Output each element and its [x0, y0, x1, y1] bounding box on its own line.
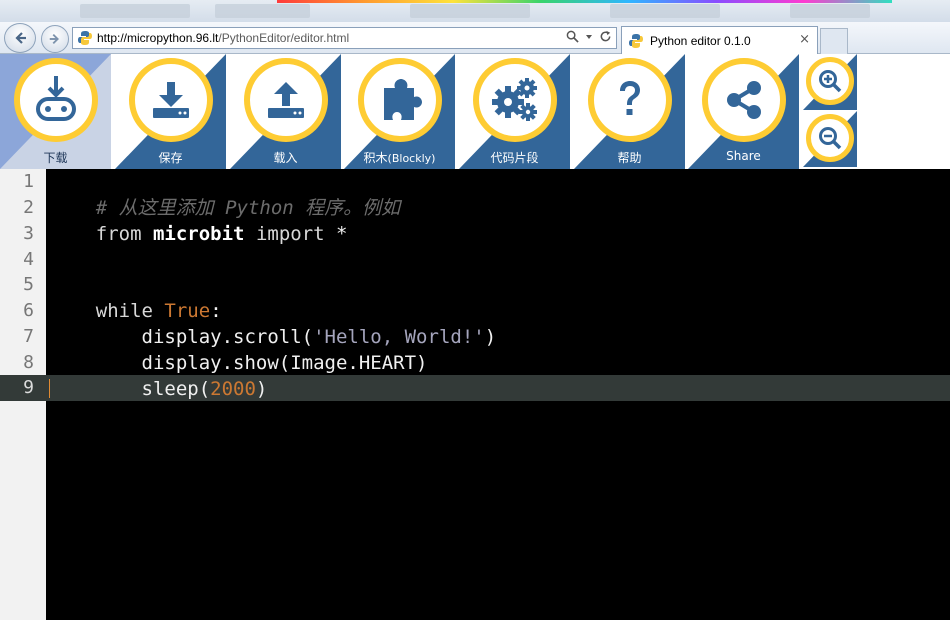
zoom-out-button[interactable]: [803, 111, 857, 167]
chevron-down-icon[interactable]: [585, 33, 593, 41]
code-operator: *: [336, 223, 348, 245]
help-button[interactable]: 帮助: [574, 54, 685, 169]
code-line-2[interactable]: from microbit import *: [50, 195, 348, 245]
browser-navbar: http://micropython.96.lt/PythonEditor/ed…: [0, 22, 950, 54]
line-number-active: 9: [0, 375, 46, 401]
blocks-button[interactable]: 积木(Blockly): [344, 54, 455, 169]
share-label: Share: [726, 149, 761, 163]
address-url[interactable]: http://micropython.96.lt/PythonEditor/ed…: [97, 31, 349, 45]
load-button[interactable]: 载入: [230, 54, 341, 169]
save-label: 保存: [158, 151, 183, 165]
line-number: 7: [23, 326, 34, 347]
code-editor[interactable]: 1 2 3 4 5 6 7 8 9 # 从这里添加 Python 程序。例如 f…: [0, 169, 950, 620]
background-tab[interactable]: [80, 4, 190, 18]
background-tab[interactable]: [610, 4, 720, 18]
blocks-label-suffix: (Blockly): [387, 152, 436, 165]
editor-toolbar: 下载 保存 载入 积木(Blockly) 代码片段 帮助 Share: [0, 54, 950, 169]
zoom-in-icon: [819, 70, 842, 93]
question-icon: [620, 81, 640, 115]
puzzle-icon: [384, 79, 422, 120]
python-logo-icon: [78, 31, 92, 45]
code-line-1[interactable]: # 从这里添加 Python 程序。例如: [50, 169, 400, 219]
code-number: 2000: [210, 378, 256, 400]
url-domain: http://micropython.96.lt: [97, 31, 219, 45]
blocks-label-main: 积木: [363, 151, 388, 165]
line-number: 8: [23, 352, 34, 373]
code-line-7[interactable]: display.show(Image.HEART): [50, 324, 428, 374]
code-line-8[interactable]: sleep(2000): [50, 350, 268, 400]
arrow-left-icon: [15, 32, 26, 44]
gears-icon: [492, 78, 537, 121]
browser-tab-strip: [0, 0, 950, 22]
url-path: /PythonEditor/editor.html: [218, 31, 350, 45]
code-punct: ): [255, 378, 268, 400]
code-line-5[interactable]: while True:: [50, 272, 222, 322]
refresh-icon[interactable]: [599, 30, 612, 43]
tab-python-editor[interactable]: Python editor 0.1.0 ×: [621, 26, 818, 54]
background-tab[interactable]: [410, 4, 530, 18]
help-label: 帮助: [617, 151, 642, 165]
code-line-6[interactable]: display.scroll('Hello, World!'): [50, 298, 497, 348]
back-button[interactable]: [4, 23, 36, 53]
upload-tray-icon: [268, 82, 304, 118]
microbit-download-icon: [36, 76, 76, 121]
tab-close-button[interactable]: ×: [799, 32, 810, 47]
snippets-button[interactable]: 代码片段: [459, 54, 570, 169]
blocks-label: 积木(Blockly): [344, 149, 455, 166]
line-number: 5: [23, 274, 34, 295]
load-label: 载入: [273, 151, 298, 165]
arrow-right-icon: [49, 33, 59, 45]
share-icon: [727, 81, 761, 119]
share-button[interactable]: Share: [688, 54, 799, 169]
line-number: 3: [23, 223, 34, 244]
python-logo-icon: [629, 33, 643, 48]
address-tools: [566, 30, 612, 43]
new-tab-button[interactable]: [820, 28, 848, 54]
zoom-out-icon: [819, 127, 842, 150]
search-icon[interactable]: [566, 30, 579, 43]
line-number: 1: [23, 171, 34, 192]
download-button[interactable]: 下载: [0, 54, 111, 169]
forward-button[interactable]: [41, 25, 69, 53]
code-keyword: import: [255, 223, 325, 245]
save-button[interactable]: 保存: [115, 54, 226, 169]
download-tray-icon: [153, 82, 189, 118]
code-punct: ): [484, 326, 497, 348]
download-label: 下载: [43, 151, 68, 165]
background-tab[interactable]: [790, 4, 870, 18]
code-module: microbit: [152, 223, 245, 245]
code-keyword: from: [95, 223, 142, 245]
title-bar-accent: [277, 0, 892, 3]
address-bar[interactable]: http://micropython.96.lt/PythonEditor/ed…: [72, 27, 617, 49]
snippets-label: 代码片段: [490, 151, 539, 165]
tab-title: Python editor 0.1.0: [650, 33, 751, 48]
line-number: 2: [23, 197, 34, 218]
background-tab[interactable]: [215, 4, 310, 18]
line-number: 6: [23, 300, 34, 321]
code-call: sleep(: [95, 378, 211, 400]
line-number-gutter: 1 2 3 4 5 6 7 8 9: [0, 169, 46, 620]
zoom-in-button[interactable]: [803, 54, 857, 110]
line-number: 4: [23, 249, 34, 270]
